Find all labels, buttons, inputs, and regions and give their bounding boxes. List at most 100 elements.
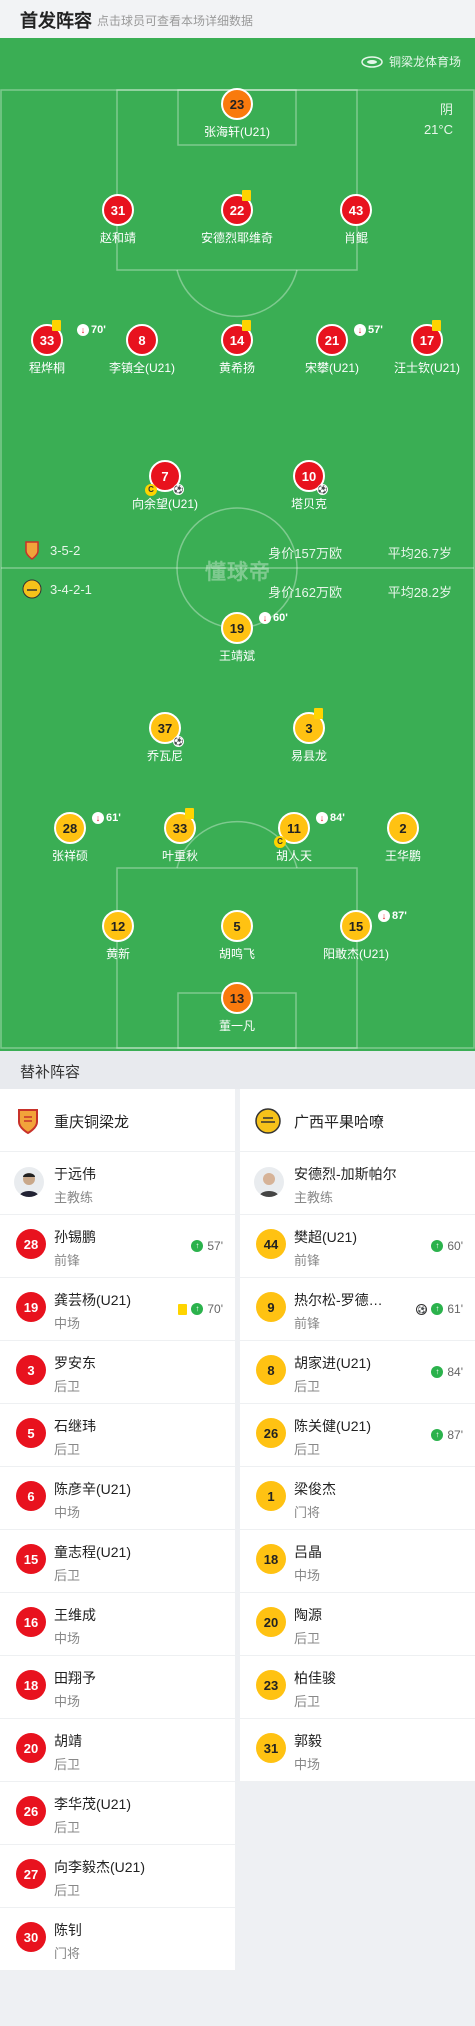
away-player[interactable]: 28 ↓ 61' 张祥硕 [15,812,125,864]
captain-icon: C [145,484,157,496]
home-player[interactable]: 43 肖鲲 [301,194,411,246]
sub-player-row[interactable]: 8 胡家进(U21) 后卫 ↑ 84' [240,1341,475,1404]
jersey-number: 26 [256,1418,286,1448]
sub-player-row[interactable]: 26 李华茂(U21) 后卫 [0,1782,235,1845]
away-coach-row[interactable]: 安德烈-加斯帕尔 主教练 [240,1152,475,1215]
sub-player-row[interactable]: 28 孙锡鹏 前锋 ↑ 57' [0,1215,235,1278]
away-team-info: 3-4-2-1 身价162万欧 平均28.2岁 [22,579,452,601]
player-name: 陈关健(U21) [294,1418,372,1434]
sub-in-minute: 84' [447,1365,463,1379]
weather-condition: 阴 [439,102,453,117]
captain-icon: C [274,836,286,848]
jersey-number: 9 [256,1292,286,1322]
home-player[interactable]: 14 黄希扬 [182,320,292,376]
home-team-row: 重庆铜梁龙 [0,1089,235,1152]
home-player[interactable]: 23 张海轩(U21) [182,88,292,140]
sub-player-row[interactable]: 19 龚芸杨(U21) 中场 ↑ 70' [0,1278,235,1341]
jersey-number: 6 [16,1481,46,1511]
player-position: 中场 [294,1757,321,1772]
player-name: 王靖斌 [218,649,255,663]
away-player[interactable]: 15 ↓ 87' 阳敢杰(U21) [301,910,411,962]
sub-in-icon: ↑ [431,1366,444,1378]
jersey-number: 28 [16,1229,46,1259]
player-position: 中场 [54,1694,81,1709]
player-name: 胡家进(U21) [294,1355,372,1371]
player-name: 赵和靖 [99,231,136,245]
sub-player-row[interactable]: 15 童志程(U21) 后卫 [0,1530,235,1593]
sub-player-row[interactable]: 31 郭毅 中场 [240,1719,475,1782]
goal-icon: ⚽ [416,1303,428,1315]
jersey-number: 12 [102,910,134,942]
away-player[interactable]: 37 ⚽ 乔瓦尼 [110,712,220,764]
sub-out-indicator: ↓ 60' [259,612,288,624]
player-position: 后卫 [294,1379,321,1394]
player-events: ⚽ ↑ 61' [416,1302,463,1316]
home-player[interactable]: 8 李镇全(U21) [87,324,197,376]
player-position: 后卫 [294,1442,321,1457]
jersey-number: 3 [293,708,325,744]
sub-player-row[interactable]: 6 陈彦辛(U21) 中场 [0,1467,235,1530]
player-name: 叶重秋 [161,849,198,863]
player-name: 向余望(U21) [131,497,198,511]
yellow-card-icon [432,320,441,331]
player-name: 李镇全(U21) [108,361,175,375]
sub-player-row[interactable]: 16 王维成 中场 [0,1593,235,1656]
sub-player-row[interactable]: 27 向李毅杰(U21) 后卫 [0,1845,235,1908]
home-player[interactable]: 21 ↓ 57' 宋攀(U21) [277,324,387,376]
player-name: 宋攀(U21) [304,361,359,375]
player-position: 后卫 [54,1379,81,1394]
jersey-number: 30 [16,1922,46,1952]
sub-in-icon: ↑ [191,1240,204,1252]
sub-in-icon: ↑ [431,1303,444,1315]
sub-player-row[interactable]: 44 樊超(U21) 前锋 ↑ 60' [240,1215,475,1278]
player-position: 后卫 [54,1820,81,1835]
away-player[interactable]: 19 ↓ 60' 王靖斌 [182,612,292,664]
player-name: 罗安东 [54,1355,96,1371]
player-events: ↑ 60' [431,1239,463,1253]
player-name: 向李毅杰(U21) [54,1859,146,1875]
sub-player-row[interactable]: 26 陈关健(U21) 后卫 ↑ 87' [240,1404,475,1467]
home-player[interactable]: 22 安德烈耶维奇 [182,190,292,246]
away-player[interactable]: 11 C ↓ 84' 胡人天 [239,812,349,864]
pitch: 铜梁龙体育场 阴 21°C 懂球帝 3-5-2 身价157万欧 平均26.7岁 … [0,38,475,1051]
away-player[interactable]: 3 易县龙 [254,708,364,764]
yellow-card-icon [314,708,323,719]
player-name: 陈彦辛(U21) [54,1481,132,1497]
player-name: 樊超(U21) [294,1229,358,1245]
sub-player-row[interactable]: 1 梁俊杰 门将 [240,1467,475,1530]
weather: 阴 21°C [424,100,453,140]
jersey-number: 27 [16,1859,46,1889]
sub-player-row[interactable]: 23 柏佳骏 后卫 [240,1656,475,1719]
player-position: 门将 [54,1946,81,1961]
sub-player-row[interactable]: 3 罗安东 后卫 [0,1341,235,1404]
sub-player-row[interactable]: 30 陈钊 门将 [0,1908,235,1971]
away-player[interactable]: 12 黄新 [63,910,173,962]
sub-player-row[interactable]: 18 吕晶 中场 [240,1530,475,1593]
sub-out-icon: ↓ [259,612,271,624]
home-formation: 3-5-2 [50,543,81,558]
sub-in-minute: 57' [207,1239,223,1253]
sub-player-row[interactable]: 20 胡靖 后卫 [0,1719,235,1782]
away-player[interactable]: 13 董一凡 [182,982,292,1034]
jersey-number: 15 ↓ 87' [340,910,407,942]
player-position: 前锋 [294,1316,321,1331]
jersey-number: 17 [411,320,443,356]
home-player[interactable]: 31 赵和靖 [63,194,173,246]
sub-player-row[interactable]: 5 石继玮 后卫 [0,1404,235,1467]
sub-in-minute: 61' [447,1302,463,1316]
home-coach-row[interactable]: 于远伟 主教练 [0,1152,235,1215]
jersey-number: 18 [16,1670,46,1700]
away-player[interactable]: 33 叶重秋 [125,808,235,864]
sub-player-row[interactable]: 9 热尔松-罗德… 前锋 ⚽ ↑ 61' [240,1278,475,1341]
home-player[interactable]: 7 C ⚽ 向余望(U21) [110,460,220,512]
home-player[interactable]: 17 汪士钦(U21) [372,320,475,376]
away-avg-age: 平均28.2岁 [387,585,452,600]
jersey-number: 37 ⚽ [149,712,184,747]
player-position: 前锋 [54,1253,81,1268]
away-player[interactable]: 5 胡鸣飞 [182,910,292,962]
home-player[interactable]: 10 ⚽ 塔贝克 [254,460,364,512]
sub-player-row[interactable]: 18 田翔予 中场 [0,1656,235,1719]
sub-player-row[interactable]: 20 陶源 后卫 [240,1593,475,1656]
subs-header: 替补阵容 [0,1051,475,1089]
away-player[interactable]: 2 王华鹏 [348,812,458,864]
